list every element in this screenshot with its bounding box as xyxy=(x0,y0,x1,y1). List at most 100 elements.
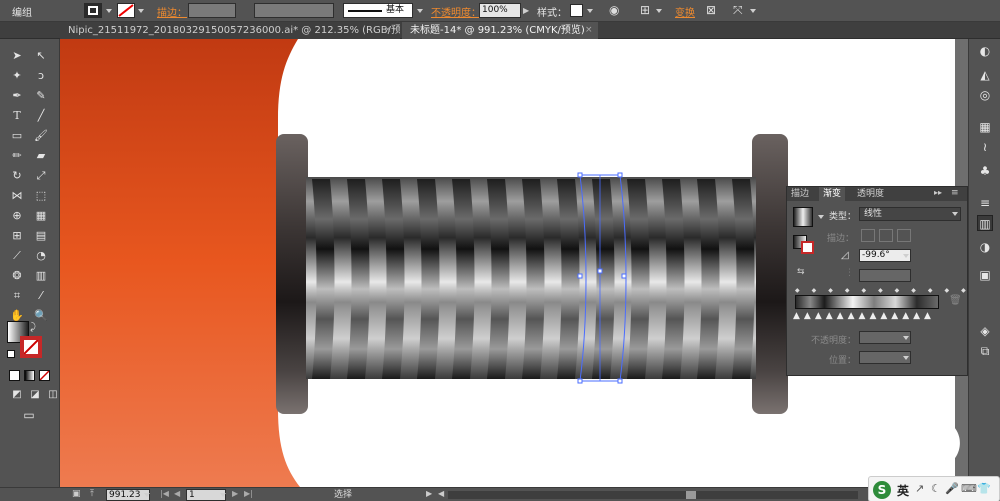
direct-selection-tool-icon[interactable]: ↖ xyxy=(32,47,50,65)
variable-width-field[interactable] xyxy=(254,3,334,18)
status-menu-icon[interactable]: ▶ xyxy=(426,489,432,498)
tab-stroke[interactable]: 描边 xyxy=(787,187,813,201)
swatches-icon[interactable]: ▦ xyxy=(977,119,993,135)
zoom-dropdown-icon[interactable] xyxy=(144,493,150,497)
color-panel-icon[interactable]: ◐ xyxy=(977,43,993,59)
stroke-panel-icon[interactable]: ≡ xyxy=(977,195,993,211)
brush-definition-field[interactable]: 基本 xyxy=(343,3,413,18)
graphic-styles-icon[interactable]: ▣ xyxy=(977,267,993,283)
collapse-icon[interactable]: ▸▸ xyxy=(934,188,942,197)
symbols-icon[interactable]: ♣ xyxy=(977,163,993,179)
close-icon[interactable]: × xyxy=(384,22,392,39)
mesh-tool-icon[interactable]: ⊞ xyxy=(8,227,26,245)
none-mode-icon[interactable] xyxy=(39,370,50,381)
appearance-icon[interactable]: ◎ xyxy=(977,87,993,103)
next-page-icon[interactable]: ▶ xyxy=(232,489,238,498)
free-transform-tool-icon[interactable]: ⬚ xyxy=(32,187,50,205)
align-dropdown-icon[interactable] xyxy=(656,9,662,13)
isolate-icon[interactable]: ⊠ xyxy=(706,3,716,17)
stroke-color-swatch[interactable] xyxy=(20,336,42,358)
fill-swatch[interactable] xyxy=(84,3,102,18)
last-page-icon[interactable]: ▶| xyxy=(244,489,253,498)
transform-link[interactable]: 变换 xyxy=(675,4,695,19)
shape-builder-tool-icon[interactable]: ⊕ xyxy=(8,207,26,225)
opacity-arrow-icon[interactable]: ▶ xyxy=(523,6,529,15)
gradient-panel-icon[interactable]: ▥ xyxy=(977,215,993,231)
draw-behind-icon[interactable]: ◪ xyxy=(26,386,44,404)
align-icon[interactable]: ⊞ xyxy=(640,3,650,17)
ime-punct-icon[interactable]: ↗ xyxy=(915,482,924,495)
tab-transparency[interactable]: 透明度 xyxy=(853,187,888,201)
stroke-gradient-swatch[interactable] xyxy=(801,241,814,254)
selection-tool-icon[interactable]: ➤ xyxy=(8,47,26,65)
stroke-weight-field[interactable] xyxy=(188,3,236,18)
gradient-slider[interactable] xyxy=(795,295,939,309)
perspective-grid-tool-icon[interactable]: ▦ xyxy=(32,207,50,225)
lasso-tool-icon[interactable]: ↄ xyxy=(32,67,50,85)
rectangle-tool-icon[interactable]: ▭ xyxy=(8,127,26,145)
ime-skin-icon[interactable]: 👕 xyxy=(977,482,991,495)
brush-dropdown-icon[interactable] xyxy=(417,9,423,13)
reverse-gradient-icon[interactable]: ⇆ xyxy=(797,267,805,277)
first-page-icon[interactable]: |◀ xyxy=(160,489,169,498)
close-icon[interactable]: × xyxy=(585,22,593,39)
eraser-tool-icon[interactable]: ▰ xyxy=(32,147,50,165)
type-tool-icon[interactable]: T xyxy=(8,107,26,125)
screen-mode-icon[interactable]: ▭ xyxy=(20,406,38,424)
ime-moon-icon[interactable]: ☾ xyxy=(931,482,941,495)
style-swatch[interactable] xyxy=(570,4,583,17)
gradient-midpoints[interactable]: ◆◆◆◆◆◆◆◆◆◆◆ xyxy=(795,287,966,294)
gradient-mode-icon[interactable] xyxy=(24,370,35,381)
type-dropdown-icon[interactable] xyxy=(952,212,958,216)
slice-tool-icon[interactable]: ⁄ xyxy=(32,287,50,305)
page-dropdown-icon[interactable] xyxy=(220,493,226,497)
transform-icon[interactable]: ⤧ xyxy=(733,3,743,18)
horizontal-scrollbar[interactable] xyxy=(448,491,858,499)
width-tool-icon[interactable]: ⋈ xyxy=(8,187,26,205)
stop-location-dropdown-icon[interactable] xyxy=(903,356,909,360)
rotate-tool-icon[interactable]: ↻ xyxy=(8,167,26,185)
sogou-logo-icon[interactable]: S xyxy=(873,481,891,499)
artboards-icon[interactable]: ⧉ xyxy=(977,343,993,359)
stroke-swatch[interactable] xyxy=(117,3,135,18)
pencil-tool-icon[interactable]: ✏ xyxy=(8,147,26,165)
prev-page-icon[interactable]: ◀ xyxy=(174,489,180,498)
fill-dropdown-icon[interactable] xyxy=(106,9,112,13)
stop-opacity-dropdown-icon[interactable] xyxy=(903,336,909,340)
print-icon[interactable]: ▣ xyxy=(72,489,81,499)
angle-dropdown-icon[interactable] xyxy=(903,254,909,258)
color-guide-icon[interactable]: ◭ xyxy=(977,67,993,83)
gradient-stops[interactable]: ▲▲▲▲▲▲▲▲▲▲▲▲▲ xyxy=(793,311,943,321)
layers-icon[interactable]: ◈ xyxy=(977,323,993,339)
panel-menu-icon[interactable]: ≡ xyxy=(951,188,959,198)
stroke-along-icon[interactable] xyxy=(879,229,893,242)
scale-tool-icon[interactable]: ⤢ xyxy=(32,167,50,185)
stroke-dropdown-icon[interactable] xyxy=(138,9,144,13)
color-mode-icon[interactable] xyxy=(9,370,20,381)
style-dropdown-icon[interactable] xyxy=(587,9,593,13)
graph-tool-icon[interactable]: ▥ xyxy=(32,267,50,285)
pen-tool-icon[interactable]: ✒ xyxy=(8,87,26,105)
line-tool-icon[interactable]: ╱ xyxy=(32,107,50,125)
delete-stop-icon[interactable]: 🗑 xyxy=(949,295,962,306)
stroke-within-icon[interactable] xyxy=(861,229,875,242)
symbol-sprayer-tool-icon[interactable]: ❂ xyxy=(8,267,26,285)
curvature-tool-icon[interactable]: ✎ xyxy=(32,87,50,105)
zoom-menu-icon[interactable]: ⤒ xyxy=(90,489,94,499)
tab-nipic[interactable]: Nipic_21511972_20180329150057236000.ai* … xyxy=(60,22,400,39)
draw-normal-icon[interactable]: ◩ xyxy=(8,386,26,404)
ime-keyboard-icon[interactable]: ⌨ xyxy=(961,482,977,495)
transparency-icon[interactable]: ◑ xyxy=(977,239,993,255)
ime-lang-label[interactable]: 英 xyxy=(897,482,909,499)
opacity-label[interactable]: 不透明度： xyxy=(431,4,481,19)
ime-mic-icon[interactable]: 🎤 xyxy=(945,482,959,495)
brushes-icon[interactable]: ≀ xyxy=(977,139,993,155)
transform-dropdown-icon[interactable] xyxy=(750,9,756,13)
artboard-tool-icon[interactable]: ⌗ xyxy=(8,287,26,305)
tab-untitled[interactable]: 未标题-14* @ 991.23% (CMYK/预览) × xyxy=(402,22,598,39)
recolor-icon[interactable]: ◉ xyxy=(609,3,619,17)
magic-wand-tool-icon[interactable]: ✦ xyxy=(8,67,26,85)
type-select[interactable]: 线性 xyxy=(859,207,961,221)
blend-tool-icon[interactable]: ◔ xyxy=(32,247,50,265)
default-colors-icon[interactable] xyxy=(7,350,15,358)
